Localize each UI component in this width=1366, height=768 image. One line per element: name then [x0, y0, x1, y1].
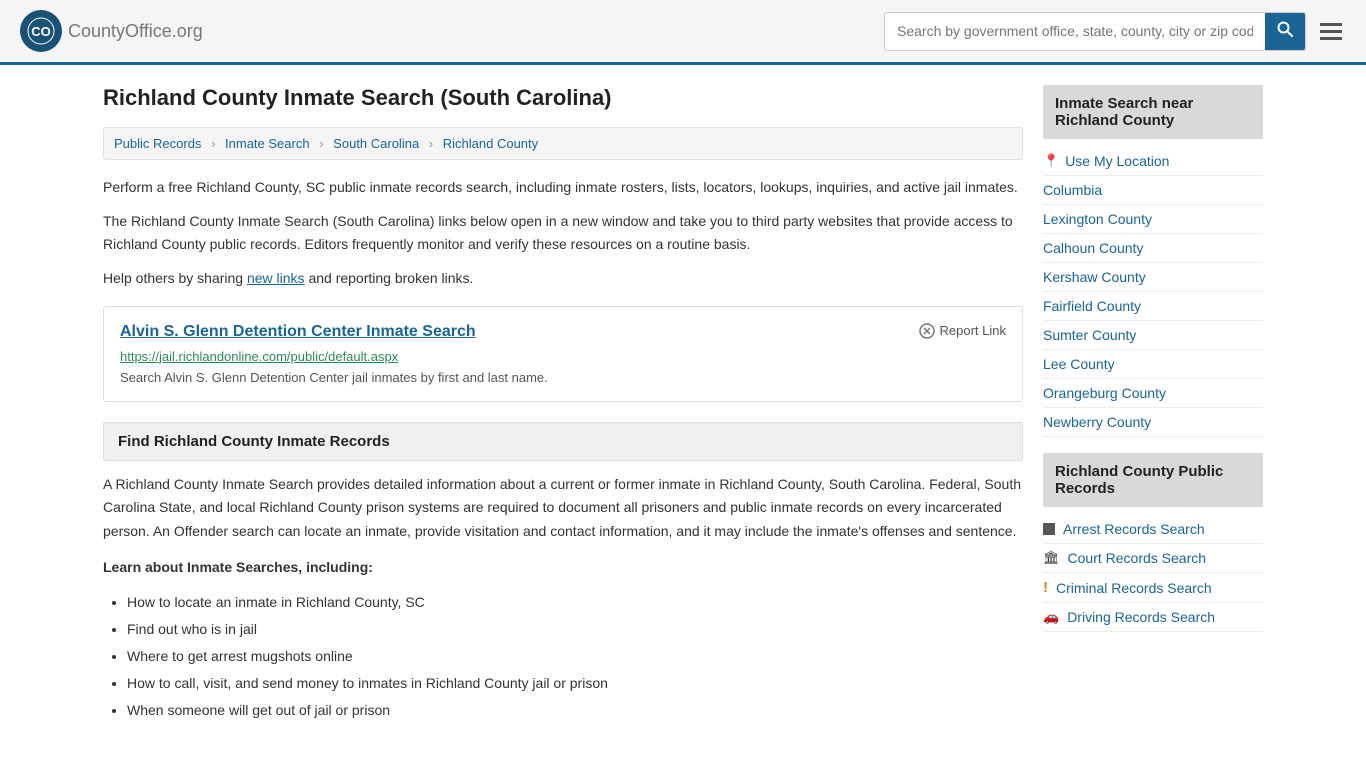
driving-icon: 🚗	[1043, 609, 1059, 625]
criminal-icon: !	[1043, 579, 1048, 596]
description-para2: The Richland County Inmate Search (South…	[103, 210, 1023, 255]
sidebar-item-lexington-county: Lexington County	[1043, 205, 1263, 234]
report-icon	[919, 323, 935, 339]
hamburger-menu-button[interactable]	[1316, 19, 1346, 44]
arrest-icon	[1043, 523, 1055, 535]
list-item: Where to get arrest mugshots online	[127, 646, 1023, 667]
link-card-url[interactable]: https://jail.richlandonline.com/public/d…	[120, 349, 1006, 364]
link-card-title[interactable]: Alvin S. Glenn Detention Center Inmate S…	[120, 323, 476, 341]
sidebar-use-location: 📍 Use My Location	[1043, 147, 1263, 176]
sidebar-item-newberry-county: Newberry County	[1043, 408, 1263, 437]
sidebar-court-records: 🏛 Court Records Search	[1043, 544, 1263, 573]
logo-area: CO CountyOffice.org	[20, 10, 203, 52]
header-right	[884, 12, 1346, 51]
breadcrumb-inmate-search[interactable]: Inmate Search	[225, 136, 310, 151]
breadcrumb-richland-county[interactable]: Richland County	[443, 136, 538, 151]
logo-text: CountyOffice.org	[68, 21, 203, 42]
sidebar-driving-records: 🚗 Driving Records Search	[1043, 603, 1263, 632]
page-title: Richland County Inmate Search (South Car…	[103, 85, 1023, 111]
page-header: CO CountyOffice.org	[0, 0, 1366, 65]
new-links-link[interactable]: new links	[247, 270, 305, 286]
sidebar-nearby-links: 📍 Use My Location Columbia Lexington Cou…	[1043, 147, 1263, 437]
link-card-description: Search Alvin S. Glenn Detention Center j…	[120, 370, 1006, 385]
sidebar: Inmate Search near Richland County 📍 Use…	[1043, 85, 1263, 727]
report-link-button[interactable]: Report Link	[919, 323, 1006, 339]
court-icon: 🏛	[1043, 550, 1060, 566]
breadcrumb-public-records[interactable]: Public Records	[114, 136, 201, 151]
content-area: Richland County Inmate Search (South Car…	[103, 85, 1023, 727]
sidebar-arrest-records: Arrest Records Search	[1043, 515, 1263, 544]
sidebar-nearby-title: Inmate Search near Richland County	[1043, 85, 1263, 139]
search-input[interactable]	[885, 15, 1265, 47]
sidebar-item-columbia: Columbia	[1043, 176, 1263, 205]
breadcrumb-south-carolina[interactable]: South Carolina	[333, 136, 419, 151]
inmate-records-intro: A Richland County Inmate Search provides…	[103, 473, 1023, 544]
list-item: How to call, visit, and send money to in…	[127, 673, 1023, 694]
description-para1: Perform a free Richland County, SC publi…	[103, 176, 1023, 198]
sidebar-public-records-links: Arrest Records Search 🏛 Court Records Se…	[1043, 515, 1263, 632]
list-item: How to locate an inmate in Richland Coun…	[127, 592, 1023, 613]
description-para3: Help others by sharing new links and rep…	[103, 267, 1023, 289]
sidebar-item-calhoun-county: Calhoun County	[1043, 234, 1263, 263]
sidebar-item-lee-county: Lee County	[1043, 350, 1263, 379]
sidebar-item-sumter-county: Sumter County	[1043, 321, 1263, 350]
search-bar	[884, 12, 1306, 51]
sidebar-item-kershaw-county: Kershaw County	[1043, 263, 1263, 292]
list-item: Find out who is in jail	[127, 619, 1023, 640]
breadcrumb: Public Records › Inmate Search › South C…	[103, 127, 1023, 160]
main-container: Richland County Inmate Search (South Car…	[83, 65, 1283, 747]
sidebar-public-records-title: Richland County Public Records	[1043, 453, 1263, 507]
sidebar-item-fairfield-county: Fairfield County	[1043, 292, 1263, 321]
link-card: Alvin S. Glenn Detention Center Inmate S…	[103, 306, 1023, 402]
learn-label: Learn about Inmate Searches, including:	[103, 556, 1023, 580]
location-pin-icon: 📍	[1043, 153, 1059, 169]
find-records-section-title: Find Richland County Inmate Records	[103, 422, 1023, 461]
search-button[interactable]	[1265, 13, 1305, 50]
bullet-list: How to locate an inmate in Richland Coun…	[127, 592, 1023, 721]
sidebar-criminal-records: ! Criminal Records Search	[1043, 573, 1263, 603]
svg-text:CO: CO	[31, 24, 51, 39]
logo-icon: CO	[20, 10, 62, 52]
list-item: When someone will get out of jail or pri…	[127, 700, 1023, 721]
sidebar-item-orangeburg-county: Orangeburg County	[1043, 379, 1263, 408]
